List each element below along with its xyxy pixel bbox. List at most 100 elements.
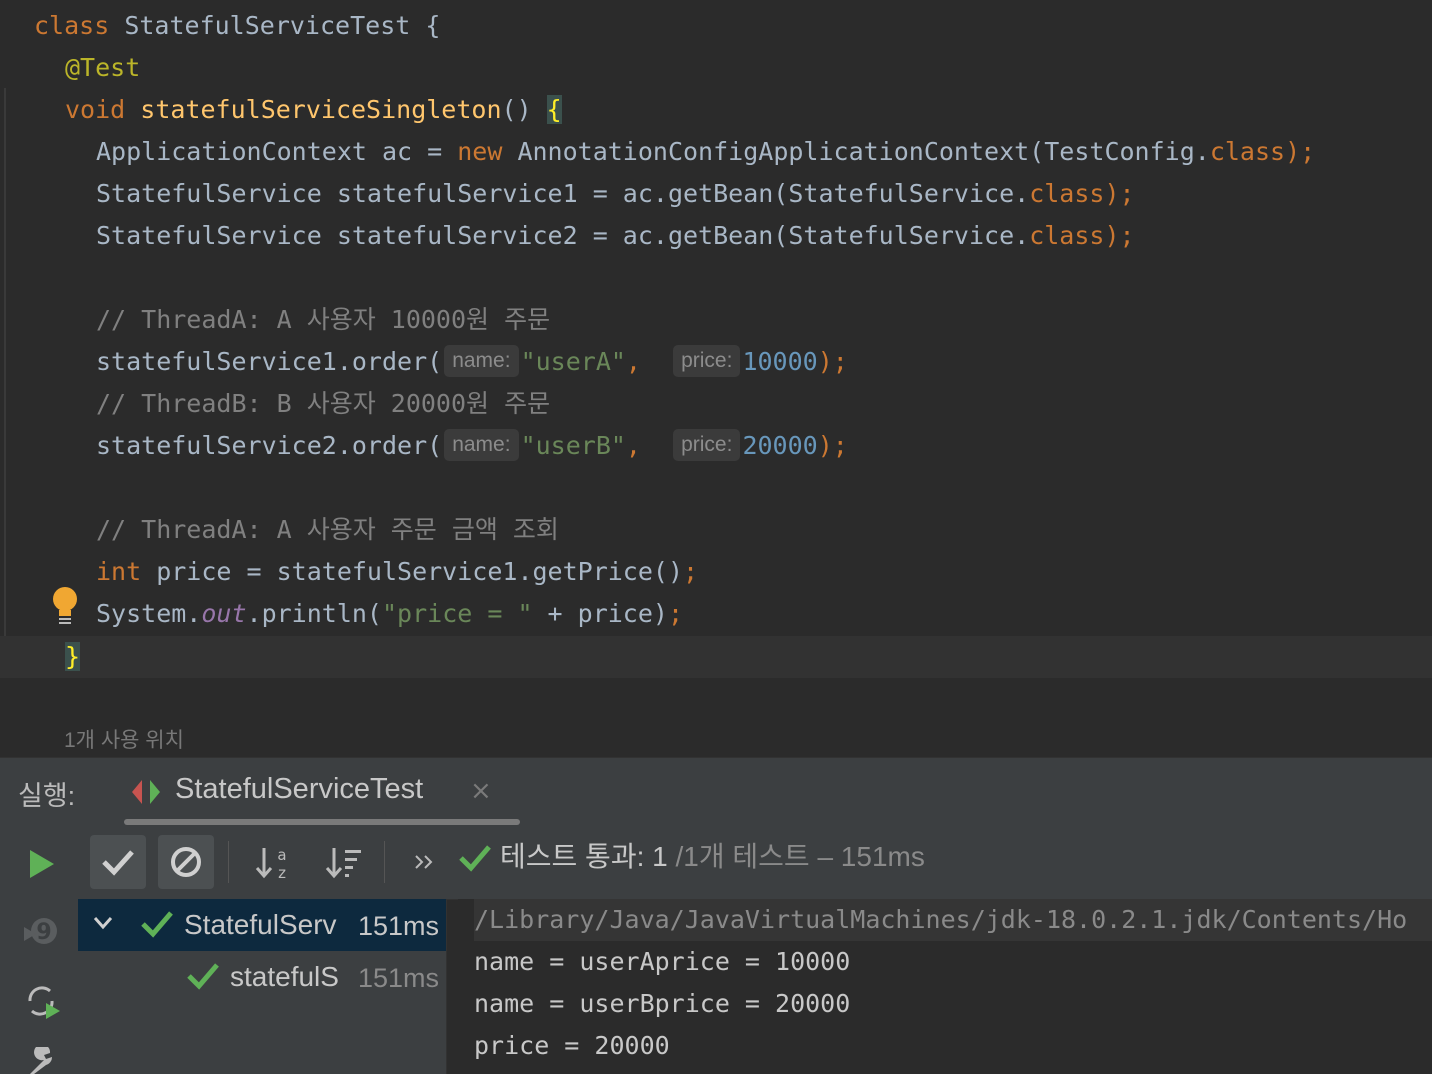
param-hint-name: name: bbox=[444, 429, 519, 461]
test-status: 테스트 통과: 1 /1개 테스트 – 151ms bbox=[500, 839, 925, 875]
svg-text:a: a bbox=[277, 846, 286, 864]
keyword: class bbox=[1029, 179, 1105, 208]
code-line-8[interactable]: // ThreadA: A 사용자 10000원 주문 bbox=[96, 299, 550, 341]
tree-item-time: 151ms bbox=[358, 963, 440, 993]
param-hint-price: price: bbox=[673, 429, 741, 461]
keyword: class bbox=[34, 11, 110, 40]
code-text: StatefulService statefulService1 = ac.ge… bbox=[96, 179, 1030, 208]
more-button[interactable] bbox=[396, 835, 452, 889]
code-line-14[interactable]: int price = statefulService1.getPrice(); bbox=[96, 551, 698, 593]
console-line: /Library/Java/JavaVirtualMachines/jdk-18… bbox=[474, 899, 1432, 941]
sort-duration-icon bbox=[325, 848, 361, 879]
code-line-5[interactable]: StatefulService statefulService1 = ac.ge… bbox=[96, 173, 1135, 215]
terminator: ); bbox=[1285, 137, 1316, 166]
sort-alpha-icon: a z bbox=[255, 846, 287, 882]
current-line-highlight bbox=[0, 636, 1432, 678]
run-tab-icon bbox=[132, 780, 160, 804]
code-text: ApplicationContext ac = bbox=[96, 137, 458, 166]
param-hint-price: price: bbox=[673, 345, 741, 377]
rerun-failed-icon[interactable]: 9 bbox=[22, 913, 62, 953]
terminator: ); bbox=[1104, 221, 1135, 250]
code-line-15[interactable]: System.out.println("price = " + price); bbox=[96, 593, 683, 635]
comment: // ThreadA: A 사용자 10000원 주문 bbox=[96, 305, 551, 334]
code-text: statefulService2.order( bbox=[96, 431, 443, 460]
code-line-13[interactable]: // ThreadA: A 사용자 주문 금액 조회 bbox=[96, 509, 559, 551]
method-name: statefulServiceSingleton bbox=[140, 95, 502, 124]
code-line-10[interactable]: // ThreadB: B 사용자 20000원 주문 bbox=[96, 383, 550, 425]
check-icon bbox=[459, 845, 491, 872]
code-editor[interactable]: class StatefulServiceTest { @Test void s… bbox=[0, 0, 1432, 757]
code-line-2[interactable]: @Test bbox=[65, 47, 140, 89]
check-icon bbox=[141, 911, 173, 938]
code-line-11[interactable]: statefulService2.order(name: "userB", pri… bbox=[96, 425, 848, 467]
svg-text:z: z bbox=[278, 864, 286, 882]
tree-row[interactable]: statefulS 151ms bbox=[78, 951, 446, 1003]
keyword: int bbox=[96, 557, 142, 586]
tree-item-label: statefulS bbox=[230, 961, 339, 992]
code-line-1[interactable]: class StatefulServiceTest { bbox=[34, 5, 440, 47]
run-panel-header: 실행: StatefulServiceTest × bbox=[0, 757, 1432, 826]
number-literal: 20000 bbox=[742, 431, 818, 460]
open-brace: { bbox=[546, 95, 562, 124]
rerun-icon[interactable] bbox=[26, 847, 56, 881]
show-ignored-button[interactable] bbox=[158, 835, 214, 889]
code-line-3[interactable]: void statefulServiceSingleton() { bbox=[65, 89, 562, 131]
terminator: ); bbox=[817, 347, 848, 376]
terminator: ); bbox=[817, 431, 848, 460]
terminator: ; bbox=[667, 599, 684, 628]
code-line-9[interactable]: statefulService1.order(name: "userA", pri… bbox=[96, 341, 848, 383]
code-text: AnnotationConfigApplicationContext(TestC… bbox=[502, 137, 1210, 166]
close-icon[interactable]: × bbox=[470, 776, 492, 806]
status-summary: /1개 테스트 – 151ms bbox=[667, 841, 925, 872]
run-side-toolbar: 9 bbox=[0, 825, 79, 1074]
keyword: class bbox=[1209, 137, 1286, 166]
keyword: class bbox=[1029, 221, 1105, 250]
console-line: name = userAprice = 10000 bbox=[474, 947, 851, 976]
bulb-icon[interactable] bbox=[50, 586, 80, 626]
class-decl: StatefulServiceTest { bbox=[109, 11, 441, 40]
gutter-change-marker bbox=[4, 88, 6, 678]
run-panel-body: 9 a z 테스트 통과: 1 /1개 테스트 – 151ms Stateful… bbox=[0, 825, 1432, 1074]
comment: // ThreadB: B 사용자 20000원 주문 bbox=[96, 389, 551, 418]
console-output[interactable]: /Library/Java/JavaVirtualMachines/jdk-18… bbox=[458, 899, 1432, 1074]
console-line: price = 20000 bbox=[474, 1031, 670, 1060]
keyword: void bbox=[65, 95, 126, 124]
tree-item-label: StatefulServ bbox=[184, 909, 337, 940]
chevron-down-icon[interactable] bbox=[92, 915, 114, 931]
code-text: StatefulService statefulService2 = ac.ge… bbox=[96, 221, 1030, 250]
comment: // ThreadA: A 사용자 주문 금액 조회 bbox=[96, 515, 559, 544]
code-line-4[interactable]: ApplicationContext ac = new AnnotationCo… bbox=[96, 131, 1315, 173]
sort-duration-button[interactable] bbox=[316, 835, 372, 889]
params: () bbox=[501, 95, 547, 124]
settings-icon[interactable] bbox=[24, 1047, 60, 1074]
string-literal: "price = " bbox=[381, 599, 533, 628]
test-toolbar: a z 테스트 통과: 1 /1개 테스트 – 151ms bbox=[78, 825, 1432, 900]
console-line: name = userBprice = 20000 bbox=[474, 989, 851, 1018]
string-literal: "userA" bbox=[520, 347, 626, 376]
test-tree: StatefulServ 151ms statefulS 151ms bbox=[78, 899, 447, 1074]
toggle-auto-test-icon[interactable] bbox=[22, 981, 62, 1021]
run-tab-title[interactable]: StatefulServiceTest bbox=[175, 773, 423, 806]
annotation: @Test bbox=[65, 53, 141, 82]
check-icon bbox=[187, 963, 219, 990]
code-text: + price) bbox=[532, 599, 668, 628]
run-label: 실행: bbox=[18, 781, 76, 811]
code-line-16[interactable]: } bbox=[65, 636, 81, 678]
more-icon bbox=[415, 855, 433, 869]
usages-hint[interactable]: 1개 사용 위치 bbox=[64, 724, 184, 754]
svg-text:9: 9 bbox=[36, 920, 51, 945]
static-field: out bbox=[201, 599, 247, 628]
close-brace: } bbox=[65, 642, 81, 671]
keyword: new bbox=[457, 137, 503, 166]
code-text: System. bbox=[96, 599, 202, 628]
terminator: ); bbox=[1104, 179, 1135, 208]
show-passed-button[interactable] bbox=[90, 835, 146, 889]
status-passed: 테스트 통과: 1 bbox=[500, 841, 668, 872]
tree-row[interactable]: StatefulServ 151ms bbox=[78, 899, 446, 951]
sort-alpha-button[interactable]: a z bbox=[246, 835, 302, 889]
toolbar-separator bbox=[384, 841, 385, 883]
toolbar-separator bbox=[228, 841, 229, 883]
number-literal: 10000 bbox=[742, 347, 818, 376]
code-line-6[interactable]: StatefulService statefulService2 = ac.ge… bbox=[96, 215, 1135, 257]
code-text: price = statefulService1.getPrice() bbox=[141, 557, 684, 586]
